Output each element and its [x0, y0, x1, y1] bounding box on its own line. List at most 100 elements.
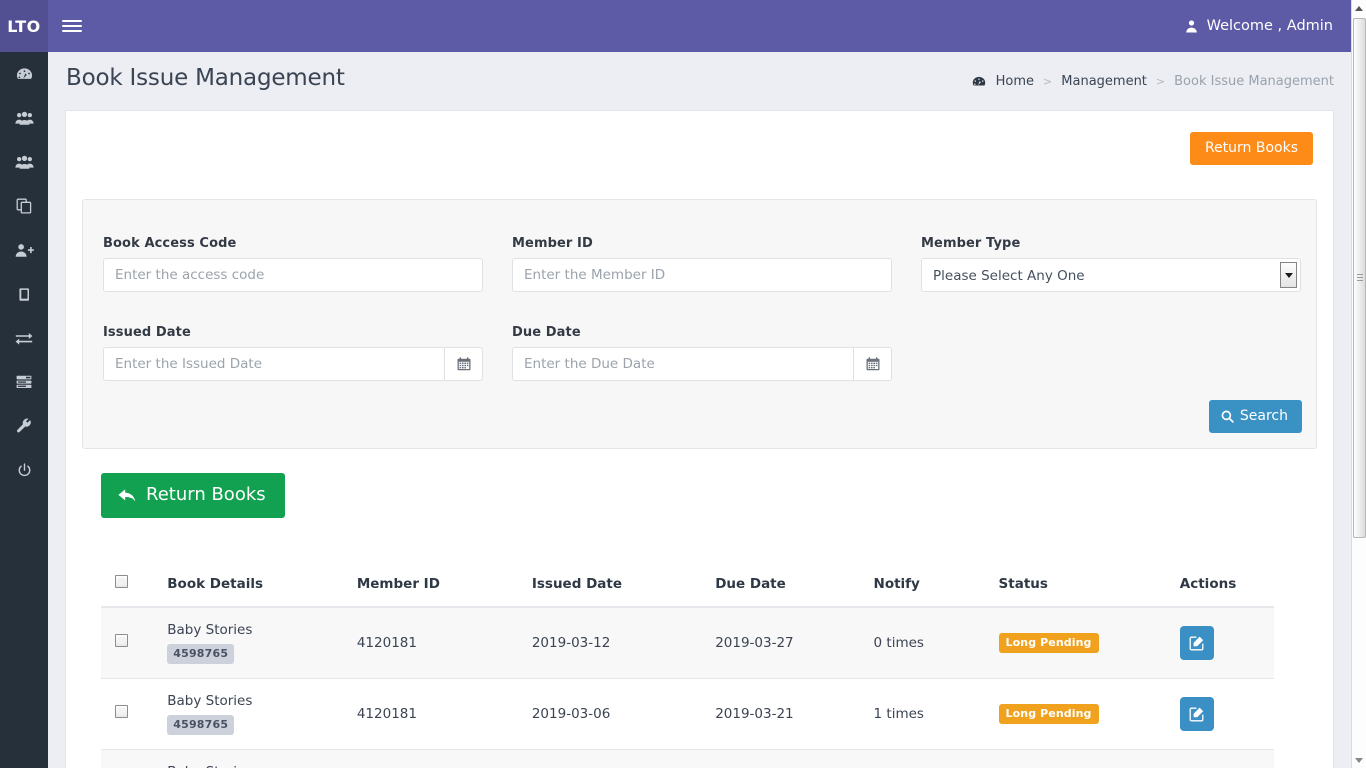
due-date-input[interactable]	[512, 347, 853, 381]
breadcrumb-management[interactable]: Management	[1061, 74, 1147, 89]
edit-pencil-square-icon	[1189, 635, 1205, 651]
row-select-cell	[101, 748, 158, 768]
book-title: Baby Stories	[167, 622, 253, 638]
hamburger-icon[interactable]	[60, 14, 84, 38]
cell-due-date: 2019-03-21	[705, 748, 864, 768]
table-row: Baby Stories 4598765 4120181 2019-03-06 …	[101, 748, 1274, 768]
book-title: Baby Stories	[167, 692, 253, 709]
table-head: Book Details Member ID Issued Date Due D…	[101, 563, 1274, 608]
book-issue-table: Book Details Member ID Issued Date Due D…	[101, 563, 1274, 768]
edit-row-button[interactable]	[1179, 625, 1214, 660]
edit-row-button[interactable]	[1179, 696, 1214, 731]
page-header: Book Issue Management Home > Management …	[48, 52, 1351, 110]
due-date-calendar-icon[interactable]	[853, 347, 892, 381]
breadcrumb-current: Book Issue Management	[1174, 74, 1334, 89]
wrench-icon	[16, 418, 32, 434]
users-icon	[14, 111, 34, 126]
return-books-label: Return Books	[146, 484, 266, 505]
table-row: Baby Stories 4598765 4120181 2019-03-06 …	[101, 677, 1274, 750]
status-badge: Long Pending	[998, 703, 1099, 724]
exchange-icon	[15, 331, 33, 345]
breadcrumb-home[interactable]: Home	[996, 74, 1034, 89]
app-logo-text: LTO	[7, 16, 41, 36]
cell-notify: 0 times	[863, 606, 989, 679]
issued-date-label: Issued Date	[103, 325, 191, 340]
chevron-down-icon[interactable]	[1280, 262, 1297, 288]
top-navbar: LTO Welcome , Admin	[0, 0, 1351, 52]
book-access-code-badge: 4598765	[167, 643, 235, 664]
cell-book-details: Baby Stories 4598765	[157, 748, 347, 768]
issued-date-calendar-icon[interactable]	[444, 347, 483, 381]
book-icon	[17, 287, 32, 302]
search-filter-panel: Book Access Code Member ID Member Type P…	[82, 199, 1317, 449]
table-body: Baby Stories 4598765 4120181 2019-03-12 …	[101, 606, 1274, 768]
browser-viewport: LTO Welcome , Admin Book Issue Managemen…	[0, 0, 1351, 768]
sidebar-item-logout[interactable]	[0, 448, 48, 492]
cell-issued-date: 2019-03-06	[521, 677, 706, 750]
member-type-selected-value: Please Select Any One	[933, 268, 1085, 284]
copy-icon	[16, 198, 32, 214]
select-all-header	[101, 563, 158, 608]
welcome-user[interactable]: Welcome , Admin	[1184, 0, 1333, 52]
scrollbar-thumb[interactable]	[1353, 18, 1366, 538]
table-header-row: Book Details Member ID Issued Date Due D…	[101, 563, 1274, 608]
home-dashboard-icon	[972, 75, 986, 89]
cell-member-id: 4120181	[346, 748, 522, 768]
dashboard-icon	[16, 66, 33, 82]
breadcrumb-separator-2: >	[1155, 75, 1166, 88]
user-plus-icon	[15, 243, 34, 258]
book-access-code-input[interactable]	[103, 258, 483, 292]
cell-book-details: Baby Stories 4598765	[157, 606, 347, 679]
header-notify: Notify	[863, 563, 989, 608]
member-id-input[interactable]	[512, 258, 892, 292]
breadcrumb: Home > Management > Book Issue Managemen…	[972, 74, 1334, 89]
cell-actions	[1169, 606, 1274, 679]
sidebar-item-books[interactable]	[0, 184, 48, 228]
cell-due-date: 2019-03-27	[705, 606, 864, 679]
sidebar-item-reports[interactable]	[0, 360, 48, 404]
field-book-access-code: Book Access Code	[103, 236, 483, 292]
cell-notify: 1 times	[863, 677, 989, 750]
sidebar-item-members[interactable]	[0, 140, 48, 184]
member-type-select[interactable]: Please Select Any One	[921, 258, 1301, 292]
edit-pencil-square-icon	[1189, 706, 1205, 722]
row-checkbox[interactable]	[115, 634, 128, 648]
cell-status: Long Pending	[988, 677, 1170, 750]
scroll-down-arrow-icon[interactable]	[1352, 752, 1366, 768]
book-access-code-badge: 4598765	[167, 714, 235, 735]
row-select-cell	[101, 677, 158, 750]
page-scrollbar[interactable]	[1351, 0, 1366, 768]
list-icon	[16, 375, 32, 389]
book-title: Baby Stories	[167, 764, 337, 768]
issued-date-input[interactable]	[103, 347, 444, 381]
breadcrumb-separator-1: >	[1043, 75, 1053, 88]
return-books-top-button[interactable]: Return Books	[1189, 132, 1313, 165]
table-row: Baby Stories 4598765 4120181 2019-03-12 …	[101, 606, 1274, 679]
cell-book-details: Baby Stories 4598765	[157, 677, 347, 750]
page-title: Book Issue Management	[66, 65, 345, 91]
sidebar-item-add-user[interactable]	[0, 228, 48, 272]
select-all-checkbox[interactable]	[115, 575, 128, 588]
sidebar-item-catalog[interactable]	[0, 272, 48, 316]
cell-actions	[1169, 677, 1274, 750]
member-type-label: Member Type	[921, 236, 1021, 251]
return-books-button[interactable]: Return Books	[101, 473, 285, 518]
row-checkbox[interactable]	[115, 705, 128, 719]
row-select-cell	[101, 606, 158, 679]
sidebar-item-settings[interactable]	[0, 404, 48, 448]
field-issued-date: Issued Date	[103, 325, 483, 381]
sidebar-item-users[interactable]	[0, 96, 48, 140]
scroll-up-arrow-icon[interactable]	[1352, 0, 1366, 16]
status-badge: Long Pending	[998, 632, 1099, 653]
header-due-date: Due Date	[705, 563, 864, 608]
sidebar-item-dashboard[interactable]	[0, 52, 48, 96]
field-member-type: Member Type Please Select Any One	[921, 236, 1301, 292]
header-status: Status	[988, 563, 1170, 608]
cell-member-id: 4120181	[346, 677, 522, 750]
app-logo[interactable]: LTO	[0, 0, 48, 52]
field-due-date: Due Date	[512, 325, 892, 381]
search-button[interactable]: Search	[1208, 400, 1302, 433]
welcome-label: Welcome , Admin	[1206, 18, 1333, 34]
sidebar-item-issue-return[interactable]	[0, 316, 48, 360]
book-access-code-label: Book Access Code	[103, 236, 237, 251]
